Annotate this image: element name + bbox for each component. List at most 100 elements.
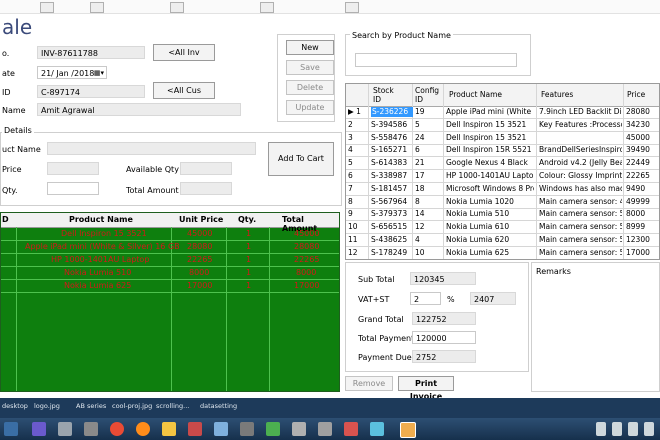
date-value: 21/ Jan /2018: [41, 69, 95, 78]
stock-row[interactable]: 3 S-558476 24 Dell Inspiron 15 3521 45000: [346, 132, 659, 145]
stock-cell: Main camera sensor: 5 ...: [539, 209, 622, 219]
cart-cell: 1: [246, 242, 252, 251]
tray-icon[interactable]: [612, 422, 622, 436]
stock-cell: Key Features :Processor...: [539, 119, 622, 129]
date-label: ate: [2, 69, 15, 78]
app-icon[interactable]: [318, 422, 332, 436]
stock-row[interactable]: 12 S-178249 10 Nokia Lumia 625 Main camera s…: [346, 247, 659, 259]
customer-name-field[interactable]: Amit Agrawal: [37, 103, 241, 116]
invoice-no-field[interactable]: INV-87611788: [37, 46, 145, 59]
app-icon[interactable]: [400, 422, 416, 438]
stock-cell: 10: [415, 247, 425, 257]
file-label[interactable]: desktop: [2, 402, 28, 410]
product-name-field[interactable]: [47, 142, 256, 155]
stock-row[interactable]: 2 S-394586 5 Dell Inspiron 15 3521 Key Featu…: [346, 119, 659, 132]
new-button[interactable]: New: [286, 40, 334, 55]
stock-cell: S-178249: [371, 247, 408, 257]
app-icon[interactable]: [370, 422, 384, 436]
sub-total-field[interactable]: 120345: [410, 272, 476, 285]
app-icon[interactable]: [344, 422, 358, 436]
date-picker[interactable]: 21/ Jan /2018 ▦▾: [37, 66, 107, 79]
app-icon[interactable]: [214, 422, 228, 436]
search-input[interactable]: [355, 53, 517, 67]
tray-icon[interactable]: [596, 422, 606, 436]
tray-icon[interactable]: [644, 422, 654, 436]
qty-field[interactable]: [47, 182, 99, 195]
remove-button[interactable]: Remove: [345, 376, 393, 391]
add-to-cart-button[interactable]: Add To Cart: [268, 142, 334, 176]
visual-studio-icon[interactable]: [32, 422, 46, 436]
app-icon[interactable]: [90, 2, 104, 13]
all-cus-button[interactable]: <All Cus: [153, 82, 215, 99]
grand-total-field[interactable]: 122752: [412, 312, 476, 325]
stock-row[interactable]: 8 S-567964 8 Nokia Lumia 1020 Main camera se…: [346, 196, 659, 209]
folder-icon[interactable]: [162, 422, 176, 436]
file-label[interactable]: datasetting: [200, 402, 237, 410]
stock-row[interactable]: 6 S-338987 17 HP 1000-1401AU Laptop Colour: …: [346, 170, 659, 183]
vat-amount-field[interactable]: 2407: [470, 292, 516, 305]
app-icon[interactable]: [58, 422, 72, 436]
stock-cell: 2: [348, 119, 353, 129]
cart-row[interactable]: Dell Inspiron 15 3521 45000 1 45000: [1, 227, 339, 241]
all-inv-button[interactable]: <All Inv: [153, 44, 215, 61]
invoice-no-label: o.: [2, 49, 10, 58]
stock-cell: Dell Inspiron 15 3521: [446, 119, 527, 129]
cart-cell: HP 1000-1401AU Laptop: [51, 255, 150, 264]
cart-table[interactable]: D Product Name Unit Price Qty. Total Amo…: [0, 212, 340, 392]
stock-cell: Main camera sensor: 5 ...: [539, 222, 622, 232]
stock-row[interactable]: 11 S-438625 4 Nokia Lumia 620 Main camera se…: [346, 234, 659, 247]
vat-percent-field[interactable]: 2: [410, 292, 441, 305]
customer-id-field[interactable]: C-897174: [37, 85, 145, 98]
start-icon[interactable]: [4, 422, 18, 436]
stock-cell: Google Nexus 4 Black: [446, 158, 528, 168]
stock-cell: Dell Inspiron 15 3521: [446, 132, 527, 142]
file-label[interactable]: cool-proj.jpg: [112, 402, 152, 410]
delete-button[interactable]: Delete: [286, 80, 334, 95]
stock-cell: 3: [348, 132, 353, 142]
cart-cell: 28080: [187, 242, 213, 251]
total-amount-field[interactable]: [180, 182, 232, 195]
cart-cell: 17000: [187, 281, 213, 290]
chrome-icon[interactable]: [110, 422, 124, 436]
available-qty-field[interactable]: [180, 162, 232, 175]
print-invoice-button[interactable]: Print Invoice: [398, 376, 454, 401]
stock-cell: Apple iPad mini (White & ...: [446, 107, 534, 116]
app-icon[interactable]: [266, 422, 280, 436]
stock-cell: S-236226: [371, 107, 413, 117]
update-button[interactable]: Update: [286, 100, 334, 115]
app-icon[interactable]: [292, 422, 306, 436]
app-icon[interactable]: [40, 2, 54, 13]
firefox-icon[interactable]: [136, 422, 150, 436]
stock-cell: 18: [415, 183, 425, 193]
tray-icon[interactable]: [628, 422, 638, 436]
save-button[interactable]: Save: [286, 60, 334, 75]
cart-table-header: D Product Name Unit Price Qty. Total Amo…: [1, 213, 339, 233]
stock-row[interactable]: 7 S-181457 18 Microsoft Windows 8 Pro ... Wi…: [346, 183, 659, 196]
stock-col-header: Price: [627, 90, 646, 99]
stock-grid[interactable]: Stock ID Config ID Product Name Features…: [345, 83, 660, 260]
payment-due-field[interactable]: 2752: [412, 350, 476, 363]
stock-row[interactable]: 5 S-614383 21 Google Nexus 4 Black Android v…: [346, 157, 659, 171]
stock-row[interactable]: 10 S-656515 12 Nokia Lumia 610 Main camera s…: [346, 221, 659, 235]
calendar-icon[interactable]: ▦▾: [94, 67, 104, 78]
cart-row[interactable]: Apple iPad mini (White & Silver) 16 GB 2…: [1, 240, 339, 254]
price-field[interactable]: [47, 162, 99, 175]
stock-row[interactable]: ▶ 1 S-23622619 Apple iPad mini (White & ..…: [346, 106, 659, 119]
file-label[interactable]: AB series: [76, 402, 106, 410]
cart-row[interactable]: Nokia Lumia 510 8000 1 8000: [1, 266, 339, 280]
app-icon[interactable]: [240, 422, 254, 436]
cart-row[interactable]: Nokia Lumia 625 17000 1 17000: [1, 279, 339, 293]
remarks-box[interactable]: Remarks: [531, 262, 660, 392]
app-icon[interactable]: [260, 2, 274, 13]
stock-row[interactable]: 9 S-379373 14 Nokia Lumia 510 Main camera se…: [346, 208, 659, 222]
stock-row[interactable]: 4 S-165271 6 Dell Inspiron 15R 5521 BrandDel…: [346, 144, 659, 158]
file-label[interactable]: scrolling...: [156, 402, 189, 410]
file-label[interactable]: logo.jpg: [34, 402, 60, 410]
total-payment-field[interactable]: 120000: [412, 331, 476, 344]
cart-row[interactable]: HP 1000-1401AU Laptop 22265 1 22265: [1, 253, 339, 267]
app-icon[interactable]: [188, 422, 202, 436]
app-icon[interactable]: [345, 2, 359, 13]
total-amount-label: Total Amount: [126, 186, 179, 195]
app-icon[interactable]: [170, 2, 184, 13]
app-icon[interactable]: [84, 422, 98, 436]
